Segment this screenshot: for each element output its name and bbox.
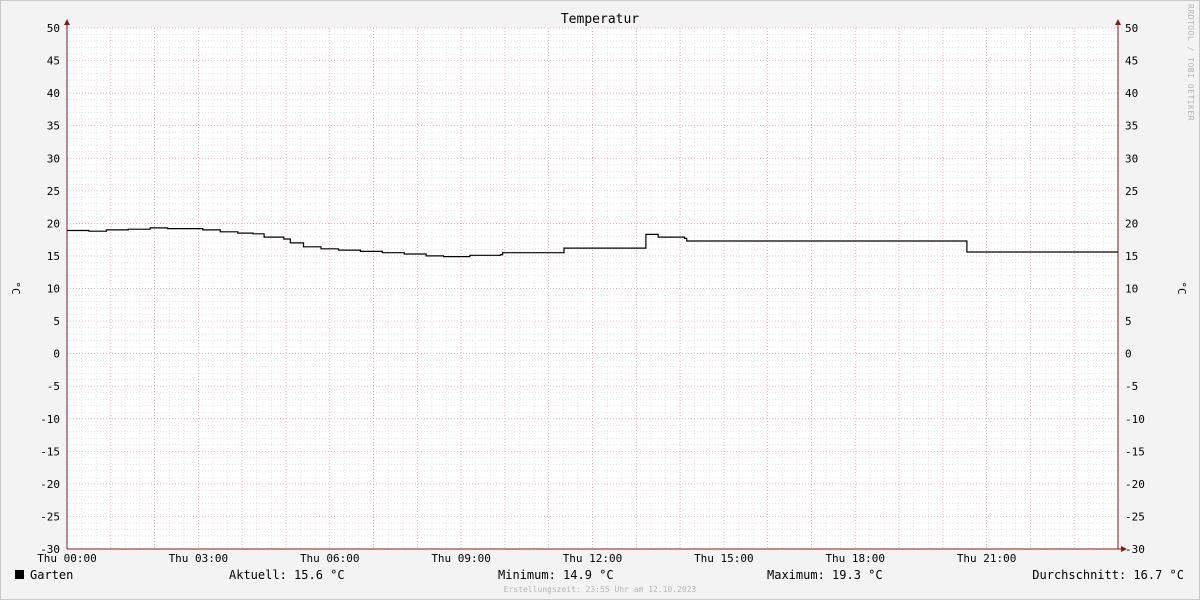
legend-average: Durchschnitt: 16.7 °C [1032, 568, 1184, 582]
legend-current: Aktuell: 15.6 °C [229, 568, 345, 582]
rrdtool-watermark: RRDTOOL / TOBI OETIKER [1186, 4, 1195, 121]
y-tick-label-right: 15 [1125, 250, 1138, 263]
y-tick-label-right: 50 [1125, 22, 1138, 35]
y-tick-label-right: 30 [1125, 152, 1138, 165]
y-tick-label-left: -15 [40, 445, 60, 458]
y-tick-label-right: 35 [1125, 120, 1138, 133]
x-tick-label: Thu 12:00 [563, 552, 623, 565]
y-tick-label-right: 45 [1125, 55, 1138, 68]
y-tick-label-left: 0 [53, 348, 60, 361]
y-tick-label-left: 10 [47, 283, 60, 296]
y-axis-label-left: °C [9, 281, 22, 294]
y-tick-label-left: 25 [47, 185, 60, 198]
x-tick-label: Thu 00:00 [37, 552, 97, 565]
creation-time-footer: Erstellungszeit: 23:55 Uhr am 12.10.2023 [503, 585, 697, 594]
chart-title: Temperatur [561, 12, 639, 27]
y-tick-label-left: 50 [47, 22, 60, 35]
y-axis-arrow-left [64, 19, 70, 25]
y-tick-label-left: -20 [40, 478, 60, 491]
legend-swatch-garten [15, 570, 24, 579]
y-tick-label-left: 40 [47, 87, 60, 100]
y-tick-label-right: -15 [1125, 445, 1145, 458]
legend-minimum: Minimum: 14.9 °C [498, 568, 614, 582]
y-tick-label-left: 35 [47, 120, 60, 133]
y-tick-label-left: 15 [47, 250, 60, 263]
y-axis-arrow-right [1115, 19, 1121, 25]
y-tick-label-left: 5 [53, 315, 60, 328]
y-tick-label-left: 45 [47, 55, 60, 68]
y-tick-label-left: -25 [40, 510, 60, 523]
x-tick-label: Thu 03:00 [169, 552, 229, 565]
y-tick-label-right: 20 [1125, 217, 1138, 230]
y-tick-label-left: -5 [47, 380, 60, 393]
x-tick-label: Thu 15:00 [694, 552, 754, 565]
y-tick-label-right: 5 [1125, 315, 1132, 328]
y-axis-label-right: °C [1175, 281, 1188, 294]
y-tick-label-right: 25 [1125, 185, 1138, 198]
y-tick-label-left: 30 [47, 152, 60, 165]
temperature-chart: Temperatur °C °C -30 -30-25 -25-20 -20-15 -1… [9, 12, 1188, 565]
x-tick-label: Thu 06:00 [300, 552, 360, 565]
x-tick-label: Thu 09:00 [431, 552, 491, 565]
x-tick-label: Thu 21:00 [957, 552, 1017, 565]
y-tick-label-right: -5 [1125, 380, 1138, 393]
y-tick-label-right: -30 [1125, 543, 1145, 556]
y-tick-label-right: -20 [1125, 478, 1145, 491]
y-tick-label-right: 10 [1125, 283, 1138, 296]
y-tick-label-right: -25 [1125, 510, 1145, 523]
y-tick-label-left: -10 [40, 413, 60, 426]
y-tick-label-right: 40 [1125, 87, 1138, 100]
x-tick-label: Thu 18:00 [825, 552, 885, 565]
y-tick-label-right: 0 [1125, 348, 1132, 361]
y-tick-label-right: -10 [1125, 413, 1145, 426]
y-tick-label-left: 20 [47, 217, 60, 230]
legend-series-label: Garten [30, 568, 74, 582]
legend-maximum: Maximum: 19.3 °C [767, 568, 883, 582]
